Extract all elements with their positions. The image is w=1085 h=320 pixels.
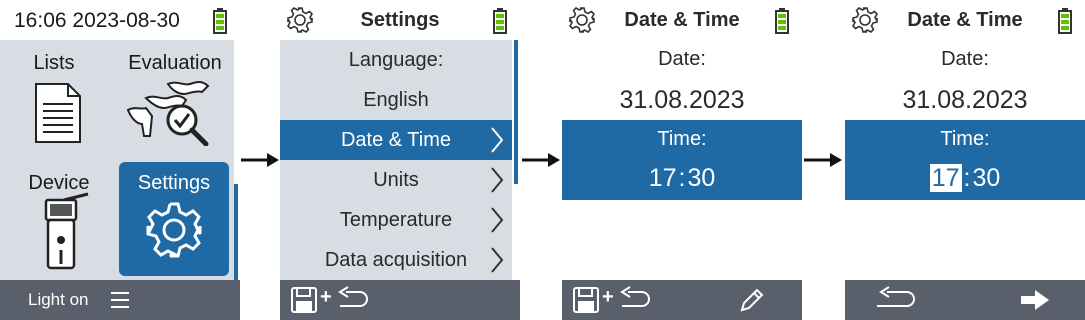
arrow-right-icon <box>241 153 279 167</box>
tile-evaluation[interactable]: Evaluation <box>116 42 234 160</box>
time-value: 17:30 <box>562 164 802 193</box>
device-icon <box>44 192 89 270</box>
arrow-right-icon <box>522 153 560 167</box>
cows-evaluation-icon <box>126 81 210 146</box>
time-colon: : <box>678 164 686 192</box>
undo-icon[interactable] <box>873 286 919 314</box>
plus-icon: + <box>602 286 614 308</box>
light-on-label[interactable]: Light on <box>28 280 89 320</box>
menu-item-label: Data acquisition <box>324 249 468 271</box>
bottom-bar: + <box>562 280 802 320</box>
gear-icon <box>146 202 202 258</box>
page-title: Settings <box>360 9 440 31</box>
time-colon: : <box>963 164 971 192</box>
bottom-bar: + <box>280 280 520 320</box>
time-panel[interactable]: Time: 17:30 <box>562 120 802 200</box>
menu-item-data-acquisition[interactable]: Data acquisition <box>280 240 512 280</box>
tile-label: Lists <box>33 52 75 74</box>
scrollbar[interactable] <box>514 40 518 184</box>
time-label: Time: <box>657 128 707 150</box>
date-time-edit-screen: Date & Time Date: 31.08.2023 Time: 17:30 <box>845 0 1085 320</box>
header: Date & Time <box>562 0 802 40</box>
main-menu-screen: 16:06 2023-08-30 Lists Evaluation Device… <box>0 0 240 320</box>
tile-device[interactable]: Device <box>0 162 118 280</box>
battery-icon <box>775 8 789 34</box>
plus-icon: + <box>320 286 332 308</box>
bottom-bar <box>845 280 1085 320</box>
pencil-icon[interactable] <box>738 288 764 314</box>
battery-icon <box>213 8 227 34</box>
menu-item-units[interactable]: Units <box>280 160 512 200</box>
menu-item-label: Units <box>373 169 419 191</box>
time-hour: 17 <box>648 164 677 192</box>
date-label: Date: <box>658 48 706 70</box>
chevron-right-icon <box>491 207 504 233</box>
tile-settings[interactable]: Settings <box>119 162 229 276</box>
page-title: Date & Time <box>624 9 740 31</box>
arrow-right-icon[interactable] <box>1021 290 1049 310</box>
tile-lists[interactable]: Lists <box>0 42 118 160</box>
language-label: Language: <box>348 49 444 71</box>
language-value[interactable]: English <box>280 80 512 120</box>
undo-icon[interactable] <box>336 286 370 314</box>
page-title: Date & Time <box>907 9 1023 31</box>
time-panel[interactable]: Time: 17:30 <box>845 120 1085 200</box>
clock-date: 16:06 2023-08-30 <box>14 9 180 32</box>
chevron-right-icon <box>491 167 504 193</box>
header: Settings <box>280 0 520 40</box>
date-time-screen: Date & Time Date: 31.08.2023 Time: 17:30… <box>562 0 802 320</box>
save-icon[interactable] <box>572 286 600 314</box>
scrollbar[interactable] <box>234 184 238 280</box>
header: Date & Time <box>845 0 1085 40</box>
tile-label: Settings <box>137 172 211 194</box>
document-list-icon <box>35 83 81 143</box>
battery-icon <box>1058 8 1072 34</box>
time-label: Time: <box>940 128 990 150</box>
bottom-bar: Light on <box>0 280 240 320</box>
time-minute-field[interactable]: 30 <box>972 164 1000 192</box>
menu-item-temperature[interactable]: Temperature <box>280 200 512 240</box>
save-icon[interactable] <box>290 286 318 314</box>
menu-icon[interactable] <box>110 291 130 309</box>
time-value: 17:30 <box>845 164 1085 193</box>
menu-item-label: Date & Time <box>340 129 452 151</box>
settings-screen: Settings Language: English Date & Time U… <box>280 0 520 320</box>
time-hour-field[interactable]: 17 <box>929 164 962 192</box>
chevron-right-icon <box>491 247 504 273</box>
chevron-right-icon <box>491 127 504 153</box>
arrow-right-icon <box>804 153 842 167</box>
status-bar: 16:06 2023-08-30 <box>0 0 240 40</box>
menu-item-label: Temperature <box>339 209 453 231</box>
battery-icon <box>493 8 507 34</box>
time-minute: 30 <box>687 164 716 192</box>
date-label: Date: <box>941 48 989 70</box>
tile-label: Evaluation <box>128 52 222 74</box>
settings-list: Language: English Date & Time Units Temp… <box>280 40 512 280</box>
undo-icon[interactable] <box>618 286 652 314</box>
date-value[interactable]: 31.08.2023 <box>562 86 802 115</box>
menu-item-date-time[interactable]: Date & Time <box>280 120 512 160</box>
date-value[interactable]: 31.08.2023 <box>845 86 1085 115</box>
